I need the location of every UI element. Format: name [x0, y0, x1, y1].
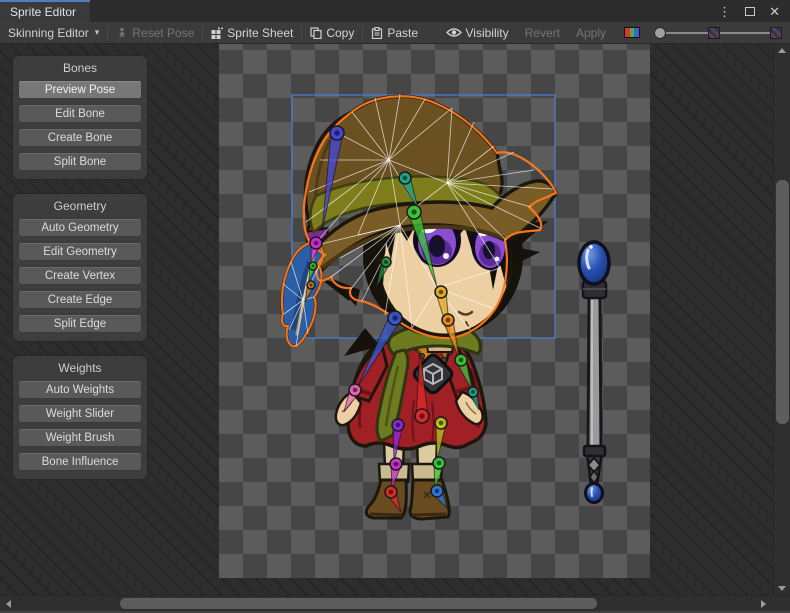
weight-slider-button[interactable]: Weight Slider: [18, 404, 142, 423]
panel-title: Weights: [13, 356, 147, 380]
apply-button[interactable]: Apply: [568, 22, 614, 44]
sprite-transparency-checkerboard: [219, 44, 650, 578]
window-controls: ⋮ ✕: [718, 0, 790, 22]
eye-icon: [446, 27, 462, 38]
weight-brush-button[interactable]: Weight Brush: [18, 428, 142, 447]
scroll-down-icon[interactable]: [778, 586, 786, 591]
create-edge-button[interactable]: Create Edge: [18, 290, 142, 309]
toolbar-right-group: Visibility Revert Apply: [438, 22, 790, 44]
visibility-button[interactable]: Visibility: [438, 22, 517, 44]
tab-sprite-editor[interactable]: Sprite Editor: [0, 0, 90, 22]
scroll-up-icon[interactable]: [778, 48, 786, 53]
pose-person-icon: [116, 27, 128, 39]
panel-title: Geometry: [13, 194, 147, 218]
panel-geometry: Geometry Auto Geometry Edit Geometry Cre…: [12, 193, 148, 342]
toolbar: Skinning Editor ▾ Reset Pose Sprite Shee…: [0, 22, 790, 44]
copy-icon: [310, 27, 322, 39]
auto-weights-button[interactable]: Auto Weights: [18, 380, 142, 399]
split-edge-button[interactable]: Split Edge: [18, 314, 142, 333]
mode-dropdown[interactable]: Skinning Editor ▾: [0, 22, 107, 44]
chevron-down-icon: ▾: [95, 27, 100, 38]
sprite-sheet-button[interactable]: Sprite Sheet: [203, 22, 301, 44]
revert-button[interactable]: Revert: [517, 22, 568, 44]
horizontal-scroll-thumb[interactable]: [120, 598, 597, 609]
vertical-scrollbar[interactable]: [773, 44, 790, 595]
paste-icon: [371, 27, 383, 39]
bone-influence-button[interactable]: Bone Influence: [18, 452, 142, 471]
kebab-menu-icon[interactable]: ⋮: [718, 5, 731, 18]
auto-geometry-button[interactable]: Auto Geometry: [18, 218, 142, 237]
split-bone-button[interactable]: Split Bone: [18, 152, 142, 171]
create-bone-button[interactable]: Create Bone: [18, 128, 142, 147]
copy-button[interactable]: Copy: [302, 22, 362, 44]
sprite-editor-window: Sprite Editor ⋮ ✕ Skinning Editor ▾ Rese…: [0, 0, 790, 613]
texture-thumb-icon: [770, 27, 782, 39]
scroll-left-icon[interactable]: [6, 600, 11, 608]
paste-button[interactable]: Paste: [363, 22, 426, 44]
rgb-channels-icon[interactable]: [624, 27, 640, 38]
edit-bone-button[interactable]: Edit Bone: [18, 104, 142, 123]
reset-pose-button[interactable]: Reset Pose: [108, 22, 202, 44]
skinning-canvas[interactable]: Bones Preview Pose Edit Bone Create Bone…: [0, 44, 790, 595]
panel-bones: Bones Preview Pose Edit Bone Create Bone…: [12, 55, 148, 180]
create-vertex-button[interactable]: Create Vertex: [18, 266, 142, 285]
texture-thumb-icon: [708, 27, 720, 39]
scroll-right-icon[interactable]: [761, 600, 766, 608]
mip-level-slider[interactable]: [650, 22, 786, 44]
edit-geometry-button[interactable]: Edit Geometry: [18, 242, 142, 261]
panel-weights: Weights Auto Weights Weight Slider Weigh…: [12, 355, 148, 480]
slider-knob[interactable]: [654, 27, 666, 39]
horizontal-scrollbar[interactable]: [0, 595, 790, 611]
tab-title: Sprite Editor: [10, 5, 76, 19]
close-icon[interactable]: ✕: [769, 5, 780, 18]
tab-strip: Sprite Editor ⋮ ✕: [0, 0, 790, 22]
panel-title: Bones: [13, 56, 147, 80]
maximize-icon[interactable]: [745, 7, 755, 16]
vertical-scroll-thumb[interactable]: [776, 180, 789, 424]
sprite-sheet-grid-icon: [211, 27, 223, 39]
preview-pose-button[interactable]: Preview Pose: [18, 80, 142, 99]
